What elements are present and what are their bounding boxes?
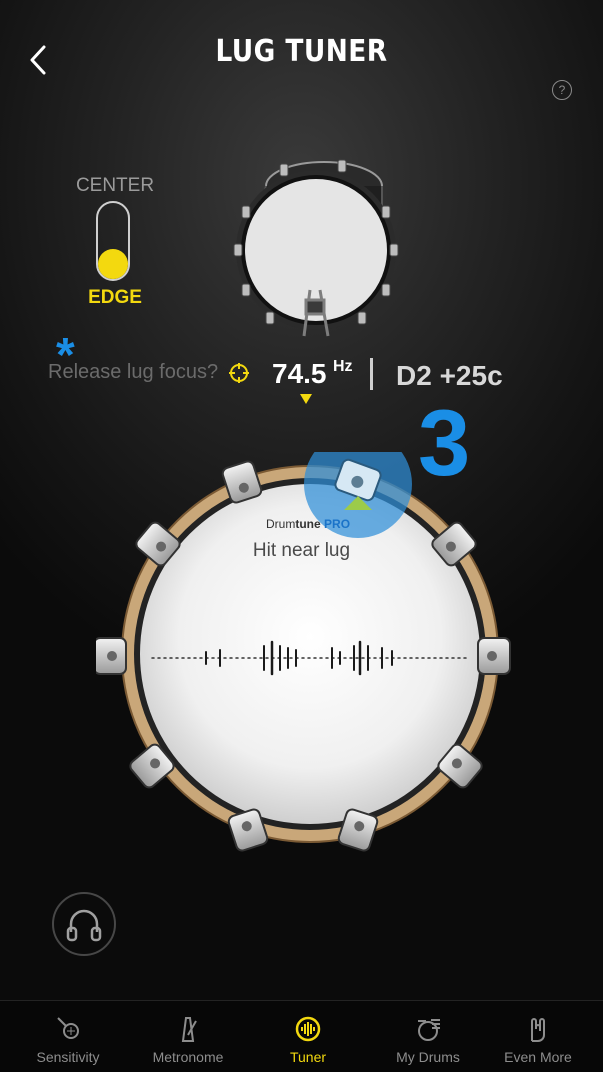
tab-even-more[interactable]: Even More xyxy=(478,1001,598,1072)
edge-option-label[interactable]: EDGE xyxy=(60,287,170,309)
note-value: D2 +25c xyxy=(396,360,503,391)
focus-toggle[interactable]: CENTER EDGE xyxy=(60,175,170,315)
bass-drum-thumbnail xyxy=(233,159,399,337)
tab-bar: Sensitivity Metronome Tuner My Drums Eve… xyxy=(0,1000,603,1072)
metronome-icon xyxy=(181,1017,197,1042)
tab-metronome[interactable]: Metronome xyxy=(128,1001,248,1072)
target-icon[interactable] xyxy=(228,362,250,384)
tab-label: My Drums xyxy=(396,1049,460,1065)
tab-label: Even More xyxy=(504,1049,572,1065)
tab-label: Tuner xyxy=(289,1049,327,1065)
toggle-knob[interactable] xyxy=(98,249,128,279)
help-button[interactable]: ? xyxy=(552,80,572,100)
frequency-unit: Hz xyxy=(333,358,353,375)
tab-sensitivity[interactable]: Sensitivity xyxy=(8,1001,128,1072)
hit-hint-text: Hit near lug xyxy=(252,540,351,561)
readout-divider xyxy=(370,358,373,390)
page-title: LUG TUNER xyxy=(215,34,388,69)
tab-my-drums[interactable]: My Drums xyxy=(368,1001,488,1072)
tab-tuner[interactable]: Tuner xyxy=(248,1001,368,1072)
tuner-icon xyxy=(295,1016,321,1042)
lug-tuner-screen: LUG TUNER ? CENTER EDGE * Release lug fo… xyxy=(0,0,603,1072)
headphones-icon xyxy=(66,909,102,942)
frequency-value: 74.5 xyxy=(272,358,327,389)
rock-hand-icon xyxy=(531,1018,545,1042)
brand-pro: PRO xyxy=(324,517,351,531)
brand-prefix: Drum xyxy=(266,517,296,531)
microphone-icon xyxy=(57,1017,79,1039)
release-lug-focus-link[interactable]: Release lug focus? xyxy=(48,361,218,384)
headphones-button[interactable] xyxy=(52,892,116,956)
step-number-annotation: 3 xyxy=(418,390,471,495)
brand-bold: tune xyxy=(295,517,321,531)
tab-label: Sensitivity xyxy=(36,1049,100,1065)
title-bar: LUG TUNER ? xyxy=(0,0,603,100)
pitch-pointer-icon xyxy=(300,394,312,404)
drumtune-pro-logo: Drumtune PRO xyxy=(266,517,350,531)
tab-label: Metronome xyxy=(152,1049,224,1065)
drum-kit-icon xyxy=(418,1019,440,1041)
snare-drum-view[interactable] xyxy=(96,452,516,852)
center-option-label[interactable]: CENTER xyxy=(60,175,170,197)
